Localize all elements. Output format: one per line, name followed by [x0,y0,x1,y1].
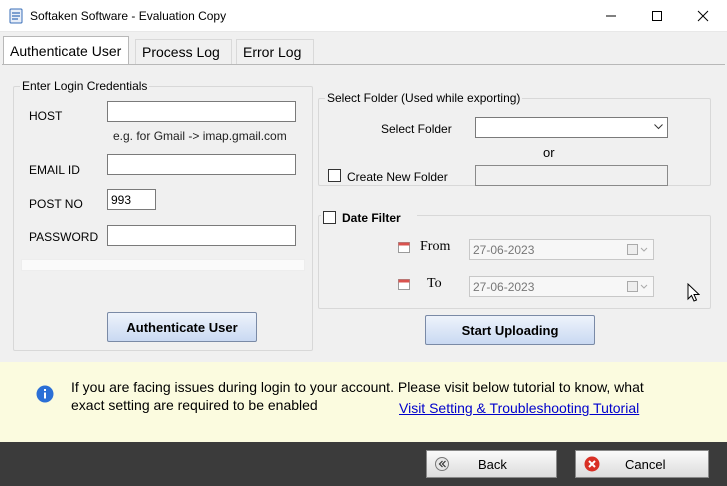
back-button[interactable]: Back [426,450,557,478]
port-input[interactable] [107,189,156,210]
to-date-value: 27-06-2023 [473,280,535,294]
info-icon [36,385,54,403]
minimize-button[interactable] [588,0,634,32]
calendar-dropdown-icon [627,281,648,292]
back-label: Back [478,456,507,472]
port-label: POST NO [29,197,83,211]
login-credentials-legend: Enter Login Credentials [20,79,150,93]
cancel-label: Cancel [625,456,666,472]
footer-bar: Back Cancel [0,442,727,486]
date-filter-label: Date Filter [342,211,401,225]
create-new-folder-checkbox[interactable] [328,169,341,182]
email-label: EMAIL ID [29,163,80,177]
cancel-icon [584,456,600,472]
authenticate-panel: Enter Login Credentials HOST e.g. for Gm… [2,64,725,362]
maximize-icon [652,11,662,21]
tab-process-log[interactable]: Process Log [135,39,232,64]
maximize-button[interactable] [634,0,680,32]
mouse-cursor-icon [687,283,700,302]
login-progress-bar [21,259,305,271]
create-new-folder-label: Create New Folder [347,170,448,184]
calendar-icon [398,279,410,290]
date-filter-checkbox[interactable] [323,211,336,224]
email-input[interactable] [107,154,296,175]
minimize-icon [606,15,616,17]
calendar-icon [398,242,410,253]
tab-authenticate-user[interactable]: Authenticate User [3,36,129,64]
app-icon [9,8,23,24]
password-input[interactable] [107,225,296,246]
or-text: or [543,145,555,160]
host-label: HOST [29,109,63,123]
tab-bar: Authenticate User Process Log Error Log [0,32,727,64]
authenticate-user-button[interactable]: Authenticate User [107,312,257,342]
close-button[interactable] [680,0,726,32]
window-title: Softaken Software - Evaluation Copy [30,9,227,23]
from-date-picker[interactable]: 27-06-2023 [469,239,654,260]
back-icon [435,457,449,471]
chevron-down-icon [654,124,663,130]
troubleshooting-tutorial-link[interactable]: Visit Setting & Troubleshooting Tutorial [399,400,639,416]
select-folder-dropdown[interactable] [475,117,668,138]
start-uploading-button[interactable]: Start Uploading [425,315,595,345]
to-label: To [427,276,442,291]
host-hint: e.g. for Gmail -> imap.gmail.com [113,129,287,143]
host-input[interactable] [107,101,296,122]
from-label: From [420,239,451,254]
tab-error-log[interactable]: Error Log [236,39,314,64]
cancel-button[interactable]: Cancel [575,450,709,478]
to-date-picker[interactable]: 27-06-2023 [469,276,654,297]
calendar-dropdown-icon [627,244,648,255]
select-folder-label: Select Folder [381,122,452,136]
from-date-value: 27-06-2023 [473,243,535,257]
select-folder-legend: Select Folder (Used while exporting) [325,91,523,105]
new-folder-input[interactable] [475,165,668,186]
password-label: PASSWORD [29,230,99,244]
title-bar: Softaken Software - Evaluation Copy [0,0,727,32]
close-icon [697,10,709,22]
